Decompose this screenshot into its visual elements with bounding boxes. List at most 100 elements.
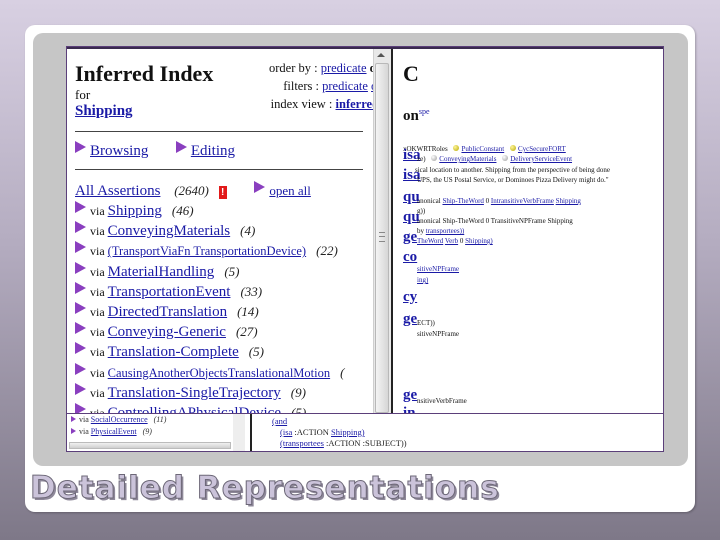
via-item: via Translation-Complete (5): [75, 342, 344, 362]
and-link[interactable]: (and: [272, 416, 287, 426]
expand-triangle-icon: [254, 181, 266, 193]
via-count: (14): [237, 303, 259, 319]
expand-triangle-icon[interactable]: [75, 362, 86, 375]
detail-line: TheWord Verb 0 Shipping): [417, 237, 493, 245]
expand-triangle-icon[interactable]: [75, 402, 86, 413]
detail-line: anonical Ship-TheWord 0 IntransitiveVerb…: [417, 197, 581, 205]
order-by-predicate-link[interactable]: predicate: [321, 61, 367, 75]
collection-bullet-icon: [431, 155, 438, 161]
index-title: Inferred Index: [75, 61, 214, 86]
warning-icon[interactable]: !: [218, 186, 227, 199]
order-by-row: order by : predicate ontolo: [227, 59, 373, 77]
nav-row: Browsing Editing: [75, 141, 235, 160]
expand-triangle-icon[interactable]: [75, 322, 86, 335]
expand-triangle-icon[interactable]: [75, 342, 86, 355]
secondary-capture-strip: via SocialOccurrence (11) via PhysicalEve…: [66, 414, 664, 452]
via-list: via Shipping (46) via ConveyingMaterials (4)…: [75, 201, 345, 414]
secondary-via-list: via SocialOccurrence (11) via PhysicalEve…: [67, 414, 247, 451]
predicate-link[interactable]: ge: [403, 229, 417, 246]
via-link[interactable]: TransportationEvent: [108, 284, 231, 300]
divider: [75, 131, 363, 132]
comment-line: sical location to another. Shipping from…: [415, 166, 610, 174]
via-link[interactable]: Translation-Complete: [108, 344, 239, 360]
on-heading: onspe: [403, 107, 430, 124]
constant-bullet-icon: [453, 145, 460, 151]
predicate-link[interactable]: cy: [403, 289, 417, 306]
collection-bullet-icon: [502, 155, 509, 161]
expand-triangle-icon[interactable]: [75, 201, 86, 213]
open-all-link[interactable]: open all: [269, 183, 311, 198]
via-count: (5): [290, 404, 307, 414]
predicate-link[interactable]: in: [403, 405, 416, 413]
via-count: (33): [240, 283, 263, 299]
via-count: (5): [248, 344, 264, 360]
index-view-inferred-link[interactable]: inferred: [336, 97, 373, 111]
expand-triangle-icon[interactable]: [71, 416, 76, 422]
detail-line: nsitiveVerbFrame: [417, 397, 467, 405]
filters-predicate-link[interactable]: predicate: [322, 79, 368, 93]
predicate-link[interactable]: ge: [403, 311, 417, 328]
via-item: via PhysicalEvent (9): [71, 427, 152, 436]
for-label: for: [75, 87, 91, 102]
via-item: via ControllingAPhysicalDevice (5): [75, 402, 344, 414]
via-count: (22): [316, 243, 338, 259]
via-link[interactable]: MaterialHandling: [108, 264, 215, 280]
via-item: via SocialOccurrence (11): [71, 415, 166, 424]
scroll-up-arrow-icon[interactable]: [377, 53, 385, 57]
via-item: via ConveyingMaterials (4): [75, 221, 344, 241]
via-link[interactable]: PhysicalEvent: [91, 427, 137, 436]
via-link[interactable]: DirectedTranslation: [108, 304, 227, 320]
via-count: (27): [235, 324, 258, 340]
index-options: order by : predicate ontolo filters : pr…: [227, 59, 373, 113]
grip-icon: [379, 232, 385, 242]
via-link[interactable]: Conveying-Generic: [108, 324, 226, 340]
transportees-link[interactable]: (transportees: [280, 438, 324, 448]
predicate-link[interactable]: ge: [403, 387, 417, 404]
predicate-link[interactable]: co: [403, 249, 417, 266]
all-assertions-link[interactable]: All Assertions: [75, 183, 160, 199]
slide-title: Detailed Representations: [30, 470, 500, 507]
isa-link[interactable]: (isa: [280, 427, 292, 437]
via-item: via Conveying-Generic (27): [75, 322, 344, 342]
via-item: via TransportationEvent (33): [75, 281, 344, 302]
via-count: (9): [290, 384, 306, 400]
browsing-link[interactable]: Browsing: [90, 143, 148, 159]
via-link[interactable]: Shipping: [108, 203, 162, 219]
via-link[interactable]: ConveyingMaterials: [108, 223, 230, 239]
constant-bullet-icon: [509, 145, 516, 151]
expand-triangle-icon[interactable]: [75, 281, 86, 294]
order-by-label: order by :: [268, 61, 318, 75]
all-assertions-count: (2640): [174, 183, 209, 198]
expand-triangle-icon[interactable]: [71, 428, 76, 434]
expand-triangle-icon[interactable]: [75, 261, 86, 274]
expand-triangle-icon[interactable]: [75, 301, 86, 314]
shipping-link[interactable]: Shipping): [331, 427, 365, 437]
filters-label: filters :: [283, 79, 319, 93]
expand-triangle-icon: [175, 141, 187, 153]
via-count: (5): [224, 263, 240, 279]
index-view-label: index view :: [270, 97, 333, 111]
editing-link[interactable]: Editing: [191, 143, 235, 159]
via-count: (: [340, 364, 345, 380]
scroll-thumb[interactable]: [375, 63, 389, 413]
expand-triangle-icon[interactable]: [75, 221, 86, 234]
detail-line: xOKWRTRoles PublicConstant CycSecureFORT: [403, 145, 566, 153]
all-assertions-row: All Assertions (2640) ! open all: [75, 181, 311, 200]
left-pane-scrollbar[interactable]: [373, 49, 391, 413]
via-item: via Translation-SingleTrajectory (9): [75, 382, 344, 403]
via-link[interactable]: ControllingAPhysicalDevice: [108, 405, 281, 413]
detail-line: anonical Ship-TheWord 0 TransitiveNPFram…: [417, 217, 573, 225]
detail-line: ing): [417, 276, 429, 284]
expand-triangle-icon[interactable]: [75, 382, 86, 395]
via-link[interactable]: Translation-SingleTrajectory: [108, 385, 281, 401]
vertical-scrollbar[interactable]: [233, 414, 245, 451]
concept-title: C: [403, 61, 419, 86]
via-link[interactable]: SocialOccurrence: [91, 415, 148, 424]
expand-triangle-icon[interactable]: [75, 241, 86, 254]
via-item: via CausingAnotherObjectsTranslationalMot…: [75, 362, 345, 383]
via-link[interactable]: (TransportViaFn TransportationDevice): [108, 244, 306, 258]
via-item: via Shipping (46): [75, 201, 344, 221]
subject-link[interactable]: Shipping: [75, 103, 133, 120]
via-link[interactable]: CausingAnotherObjectsTranslationalMotion: [108, 366, 330, 380]
horizontal-scrollbar[interactable]: [69, 442, 231, 449]
